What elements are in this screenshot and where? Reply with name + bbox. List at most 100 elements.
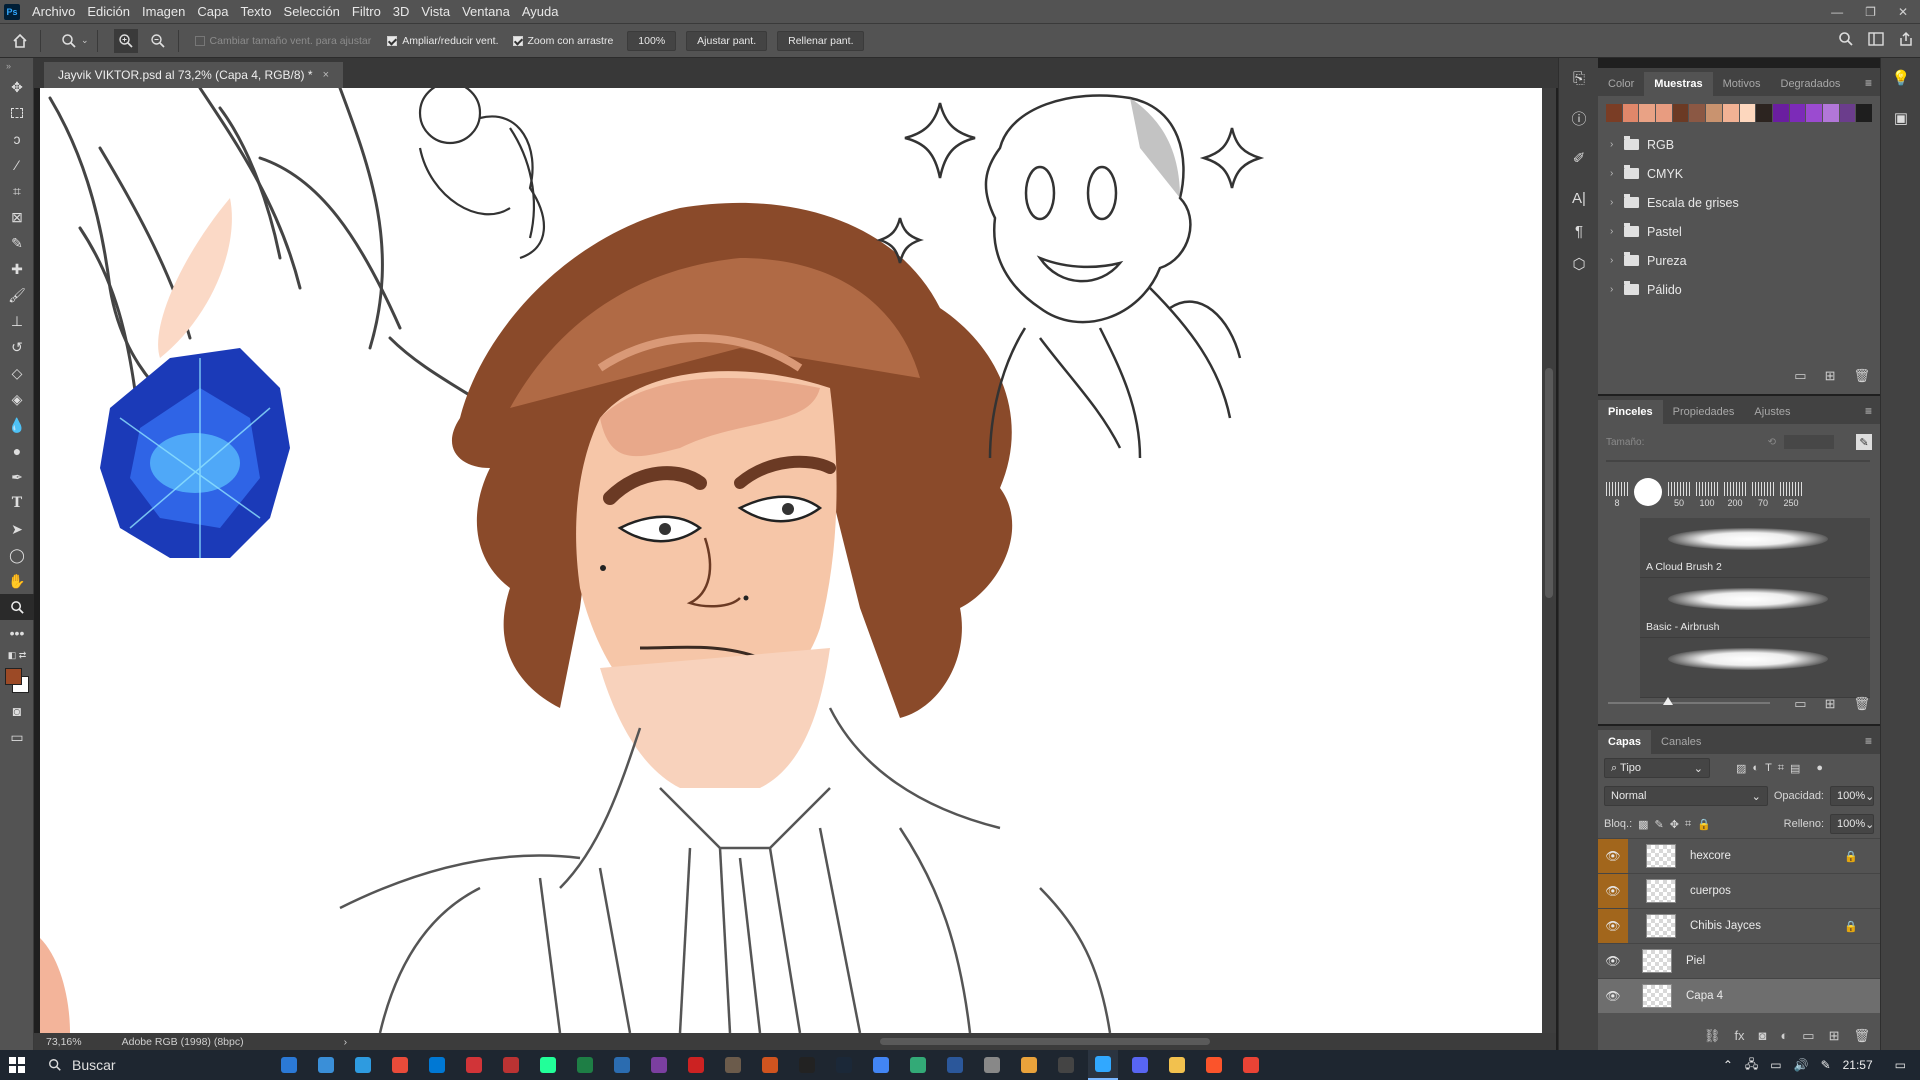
- minimize-icon[interactable]: —: [1831, 5, 1843, 19]
- canvas[interactable]: [40, 88, 1542, 1033]
- horizontal-scroll-thumb[interactable]: [880, 1038, 1210, 1045]
- search-icon[interactable]: [1838, 31, 1854, 51]
- eye-icon[interactable]: 👁: [1598, 873, 1628, 909]
- lock-artboard-icon[interactable]: ⌗: [1685, 818, 1691, 831]
- crop-tool-icon[interactable]: ⌗: [0, 178, 34, 204]
- default-colors-icon[interactable]: ◧ ⇄: [0, 646, 34, 664]
- screen-mode-icon[interactable]: ▭: [0, 724, 34, 750]
- layers-tab-0[interactable]: Capas: [1598, 730, 1652, 754]
- checkbox-checked[interactable]: [387, 35, 398, 46]
- chevron-right-icon[interactable]: ›: [1610, 197, 1616, 208]
- new-group-icon[interactable]: ▭: [1794, 696, 1806, 712]
- brush-preset[interactable]: [1634, 478, 1662, 508]
- clone-stamp-tool-icon[interactable]: ⊥: [0, 308, 34, 334]
- scrubby-zoom-checkbox[interactable]: Zoom con arrastre: [512, 35, 613, 47]
- taskbar-app-icon[interactable]: [1236, 1050, 1266, 1080]
- restore-icon[interactable]: ❐: [1865, 5, 1876, 19]
- battery-icon[interactable]: ▭: [1770, 1058, 1781, 1072]
- menu-10[interactable]: Ayuda: [516, 0, 565, 24]
- menu-0[interactable]: Archivo: [26, 0, 81, 24]
- document-tab[interactable]: Jayvik VIKTOR.psd al 73,2% (Capa 4, RGB/…: [44, 62, 343, 88]
- swatch-15[interactable]: [1856, 104, 1872, 122]
- pen-tool-icon[interactable]: ✒: [0, 464, 34, 490]
- quick-mask-icon[interactable]: ◙: [0, 698, 34, 724]
- new-brush-preset-icon[interactable]: ⊞: [1825, 696, 1836, 712]
- lock-transparent-icon[interactable]: ▩: [1638, 818, 1648, 831]
- magic-wand-tool-icon[interactable]: ⁄: [0, 152, 34, 178]
- taskbar-app-icon[interactable]: [940, 1050, 970, 1080]
- swatches-tab-0[interactable]: Color: [1598, 72, 1644, 96]
- swatch-6[interactable]: [1706, 104, 1722, 122]
- menu-5[interactable]: Selección: [278, 0, 346, 24]
- add-mask-icon[interactable]: ◙: [1759, 1028, 1767, 1044]
- taskbar-app-icon[interactable]: [1051, 1050, 1081, 1080]
- shape-filter-icon[interactable]: ⌗: [1778, 762, 1784, 775]
- character-icon[interactable]: A|: [1559, 178, 1599, 218]
- vertical-scrollbar[interactable]: [1542, 88, 1556, 1033]
- taskbar-app-icon[interactable]: [681, 1050, 711, 1080]
- lasso-tool-icon[interactable]: ↄ: [0, 126, 34, 152]
- layer-row[interactable]: 👁 Chibis Jayces 🔒: [1598, 908, 1880, 944]
- taskbar-app-icon[interactable]: [422, 1050, 452, 1080]
- taskbar-app-icon[interactable]: [533, 1050, 563, 1080]
- swatch-folder[interactable]: › Pastel: [1598, 217, 1880, 246]
- swatch-7[interactable]: [1722, 104, 1739, 122]
- workspace-icon[interactable]: [1868, 32, 1884, 50]
- taskbar-search[interactable]: Buscar: [34, 1050, 234, 1080]
- panel-menu-icon[interactable]: ≡: [1865, 404, 1872, 418]
- resize-windows-checkbox[interactable]: Cambiar tamaño vent. para ajustar: [194, 35, 371, 47]
- menu-8[interactable]: Vista: [415, 0, 456, 24]
- swatches-tab-1[interactable]: Muestras: [1644, 72, 1713, 96]
- opacity-field[interactable]: 100% ⌄: [1830, 786, 1874, 806]
- photoshop-logo-icon[interactable]: Ps: [4, 3, 20, 20]
- taskbar-app-icon[interactable]: [977, 1050, 1007, 1080]
- network-icon[interactable]: 🖧: [1745, 1055, 1758, 1076]
- layer-row[interactable]: 👁 Capa 4: [1598, 978, 1880, 1013]
- reset-icon[interactable]: ⟲: [1768, 437, 1776, 448]
- new-layer-icon[interactable]: ⊞: [1829, 1028, 1840, 1044]
- type-tool-icon[interactable]: T: [0, 490, 34, 516]
- path-selection-tool-icon[interactable]: ➤: [0, 516, 34, 542]
- type-filter-icon[interactable]: T: [1765, 762, 1772, 774]
- zoom-tool-preset-icon[interactable]: [57, 29, 81, 53]
- eye-icon[interactable]: 👁: [1598, 944, 1628, 979]
- blur-tool-icon[interactable]: 💧: [0, 412, 34, 438]
- taskbar-app-icon[interactable]: [274, 1050, 304, 1080]
- close-tab-icon[interactable]: ×: [323, 62, 329, 88]
- start-button[interactable]: [0, 1050, 34, 1080]
- swatch-1[interactable]: [1622, 104, 1639, 122]
- lightbulb-icon[interactable]: 💡: [1881, 58, 1920, 98]
- adjustment-filter-icon[interactable]: ◐: [1752, 762, 1759, 774]
- menu-3[interactable]: Capa: [191, 0, 234, 24]
- size-field[interactable]: [1784, 435, 1834, 449]
- frame-tool-icon[interactable]: ⊠: [0, 204, 34, 230]
- brushes-tab-1[interactable]: Propiedades: [1663, 400, 1745, 424]
- swatch-4[interactable]: [1672, 104, 1689, 122]
- zoom-all-windows-checkbox[interactable]: Ampliar/reducir vent.: [387, 35, 499, 47]
- filter-toggle-icon[interactable]: ●: [1816, 762, 1823, 774]
- brush-preset[interactable]: 8: [1606, 482, 1628, 508]
- tray-chevron-icon[interactable]: ⌃: [1723, 1058, 1733, 1072]
- swatch-folder[interactable]: › RGB: [1598, 130, 1880, 159]
- taskbar-app-icon[interactable]: [755, 1050, 785, 1080]
- brush-tool-icon[interactable]: 🖌: [0, 282, 34, 308]
- color-picker[interactable]: [0, 664, 33, 698]
- hand-tool-icon[interactable]: ✋: [0, 568, 34, 594]
- layer-row[interactable]: 👁 Piel: [1598, 943, 1880, 978]
- eraser-tool-icon[interactable]: ◇: [0, 360, 34, 386]
- link-layers-icon[interactable]: ⛓: [1704, 1028, 1721, 1044]
- taskbar-app-icon[interactable]: [1199, 1050, 1229, 1080]
- pen-icon[interactable]: ✎: [1821, 1058, 1831, 1072]
- layer-row[interactable]: 👁 hexcore 🔒: [1598, 838, 1880, 874]
- fill-screen-button[interactable]: Rellenar pant.: [777, 30, 865, 51]
- new-brush-icon[interactable]: ✎: [1856, 434, 1872, 450]
- collapse-arrows-icon[interactable]: »: [0, 58, 34, 74]
- blend-mode-select[interactable]: Normal ⌄: [1604, 786, 1768, 806]
- eye-icon[interactable]: 👁: [1598, 908, 1628, 944]
- swatches-tab-3[interactable]: Degradados: [1771, 72, 1851, 96]
- zoom-tool-icon[interactable]: [0, 594, 34, 620]
- taskbar-app-icon[interactable]: [570, 1050, 600, 1080]
- zoom-out-icon[interactable]: [146, 29, 170, 53]
- taskbar-app-icon[interactable]: [1162, 1050, 1192, 1080]
- delete-layer-icon[interactable]: 🗑: [1853, 1028, 1870, 1044]
